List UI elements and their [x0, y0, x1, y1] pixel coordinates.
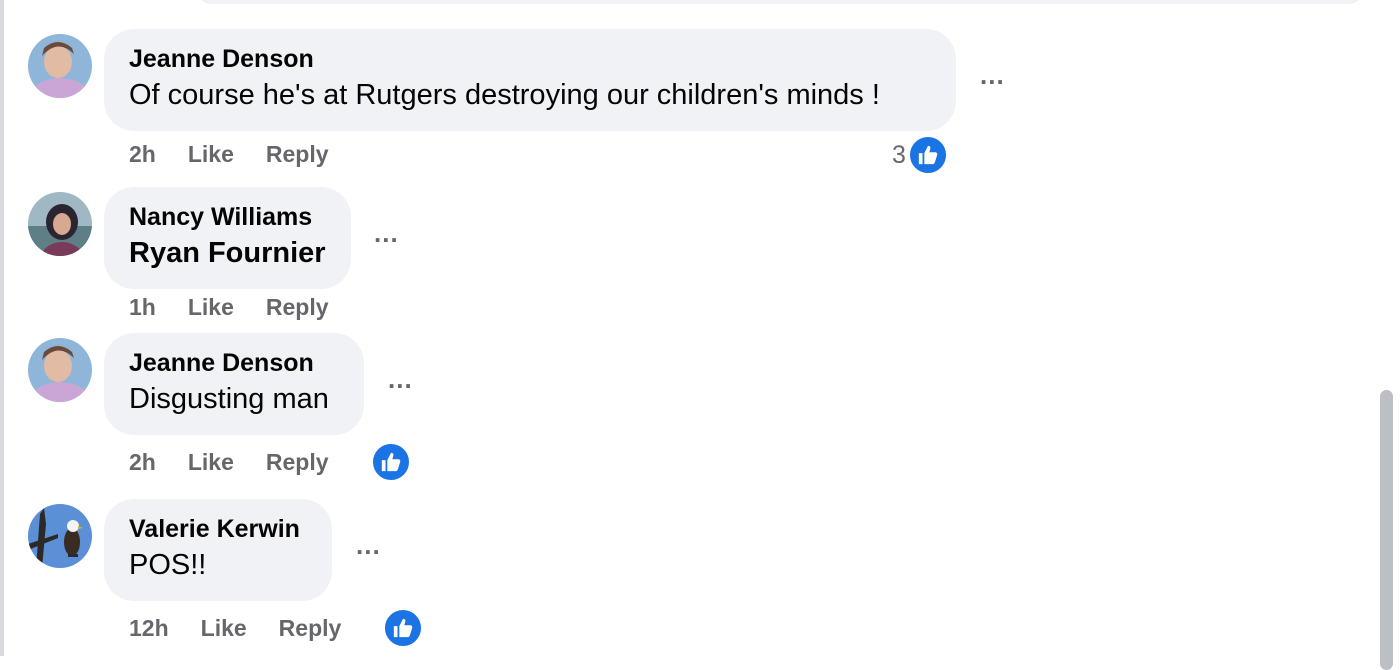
- comment-text: Disgusting man: [129, 383, 329, 415]
- like-button[interactable]: Like: [188, 449, 234, 476]
- like-icon: [371, 442, 411, 482]
- reply-button[interactable]: Reply: [266, 294, 329, 321]
- scrollbar-thumb[interactable]: [1380, 390, 1393, 670]
- like-button[interactable]: Like: [201, 615, 247, 642]
- comment-bubble: Nancy Williams Ryan Fournier: [104, 187, 351, 289]
- comment-author[interactable]: Nancy Williams: [129, 201, 327, 233]
- like-button[interactable]: Like: [188, 294, 234, 321]
- comment-bubble: Valerie Kerwin POS!!: [104, 499, 332, 601]
- comment-author[interactable]: Valerie Kerwin: [129, 513, 308, 545]
- tagged-name-link[interactable]: Ryan Fournier: [129, 235, 327, 271]
- comment-actions: 1h Like Reply: [129, 294, 329, 321]
- more-options-button[interactable]: ...: [980, 62, 1005, 88]
- reaction-summary[interactable]: [371, 442, 411, 482]
- comment-bubble: Jeanne Denson Disgusting man: [104, 333, 364, 435]
- comment-bubble: Jeanne Denson Of course he's at Rutgers …: [104, 29, 956, 131]
- reply-button[interactable]: Reply: [266, 141, 329, 168]
- reaction-summary[interactable]: [383, 608, 423, 648]
- profile-photo-icon: [28, 338, 92, 402]
- avatar[interactable]: [28, 504, 92, 568]
- like-icon: [383, 608, 423, 648]
- more-options-button[interactable]: ...: [374, 220, 399, 246]
- profile-photo-icon: [28, 34, 92, 98]
- avatar[interactable]: [28, 34, 92, 98]
- comment-text: POS!!: [129, 549, 207, 581]
- comment-timestamp[interactable]: 1h: [129, 294, 156, 321]
- comment-author[interactable]: Jeanne Denson: [129, 43, 932, 75]
- eagle-photo-icon: [28, 504, 92, 568]
- comment-timestamp[interactable]: 2h: [129, 141, 156, 168]
- more-options-button[interactable]: ...: [356, 532, 381, 558]
- reply-button[interactable]: Reply: [279, 615, 342, 642]
- comment-timestamp[interactable]: 2h: [129, 449, 156, 476]
- comment-actions: 12h Like Reply: [129, 615, 341, 642]
- reaction-summary[interactable]: 3: [892, 135, 948, 175]
- like-button[interactable]: Like: [188, 141, 234, 168]
- reaction-count: 3: [892, 140, 906, 169]
- comment-text: Of course he's at Rutgers destroying our…: [129, 79, 880, 111]
- avatar[interactable]: [28, 192, 92, 256]
- reply-button[interactable]: Reply: [266, 449, 329, 476]
- like-icon: [907, 135, 948, 175]
- panel-border: [0, 0, 4, 656]
- profile-photo-icon: [28, 192, 92, 256]
- avatar[interactable]: [28, 338, 92, 402]
- comment-actions: 2h Like Reply: [129, 141, 329, 168]
- more-options-button[interactable]: ...: [388, 366, 413, 392]
- comment-actions: 2h Like Reply: [129, 449, 329, 476]
- comment-author[interactable]: Jeanne Denson: [129, 347, 340, 379]
- comment-timestamp[interactable]: 12h: [129, 615, 169, 642]
- previous-comment-bubble: [195, 0, 1365, 4]
